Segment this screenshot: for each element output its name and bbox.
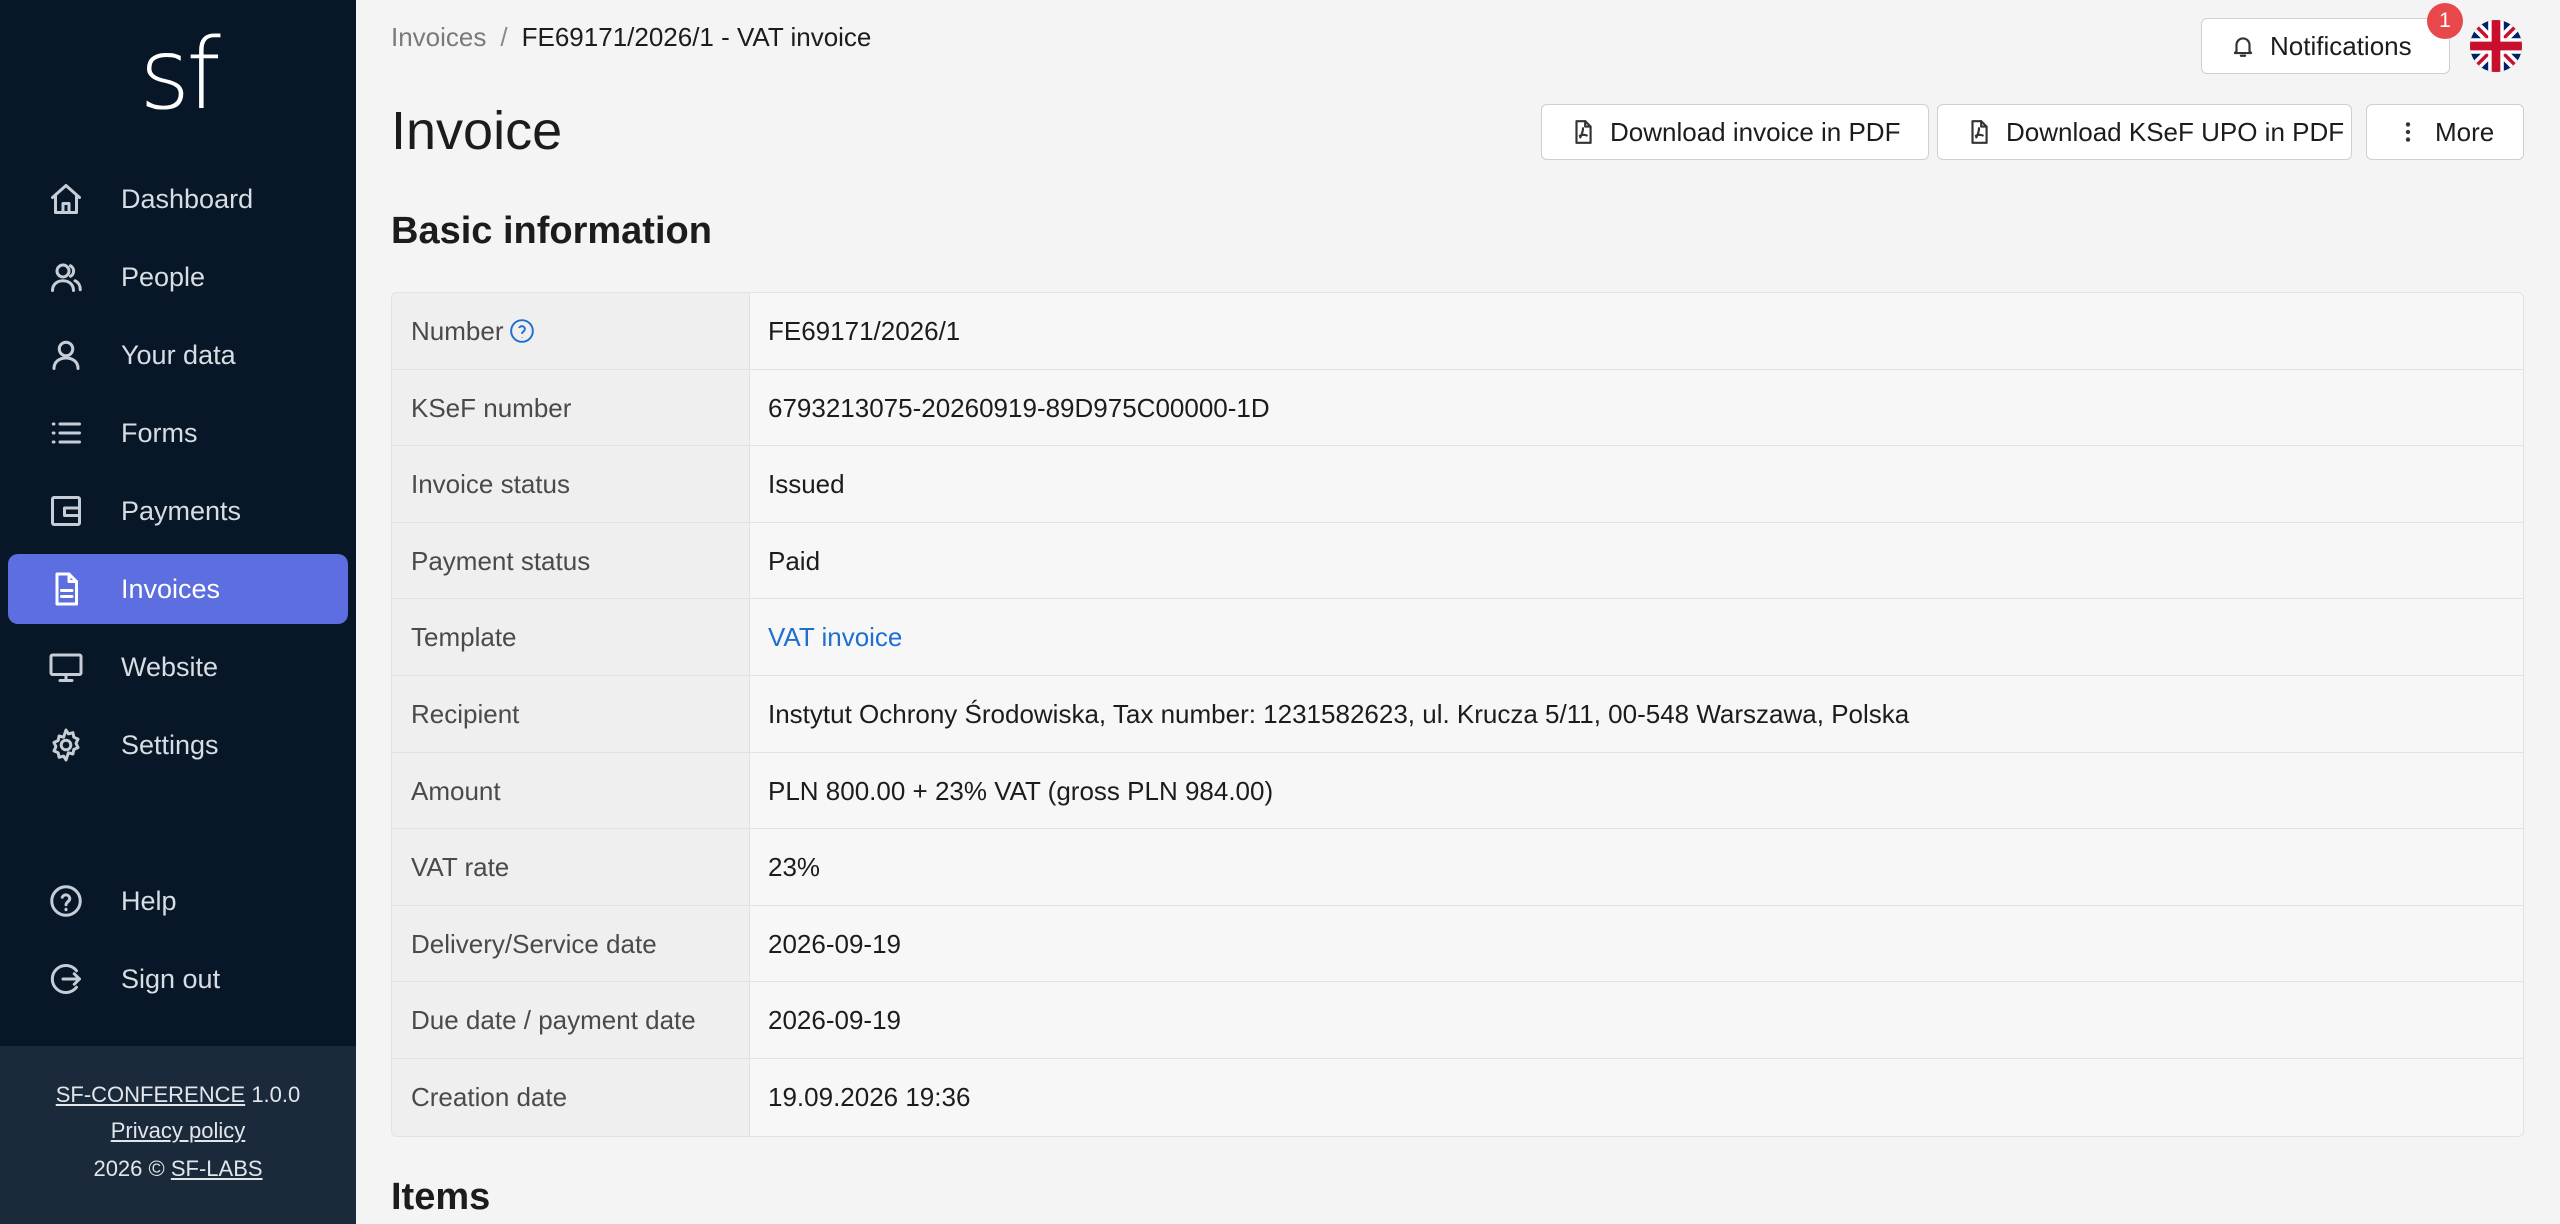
pdf-file-icon xyxy=(1570,119,1596,145)
monitor-icon xyxy=(48,649,84,685)
table-row: Template VAT invoice xyxy=(392,599,2523,676)
download-invoice-pdf-label: Download invoice in PDF xyxy=(1610,116,1901,147)
row-key: Due date / payment date xyxy=(392,982,750,1058)
main-content: Invoices / FE69171/2026/1 - VAT invoice No… xyxy=(356,0,2560,1224)
row-value: 19.09.2026 19:36 xyxy=(768,1081,971,1112)
row-key: Number xyxy=(392,293,750,369)
sidebar-item-dashboard[interactable]: Dashboard xyxy=(8,164,348,234)
breadcrumb-link-invoices[interactable]: Invoices xyxy=(391,22,486,52)
notifications-count-badge: 1 xyxy=(2427,3,2463,39)
table-row: Recipient Instytut Ochrony Środowiska, T… xyxy=(392,675,2523,753)
row-key: Template xyxy=(392,599,750,675)
sidebar-item-people[interactable]: People xyxy=(8,242,348,312)
table-row: Number FE69171/2026/1 xyxy=(392,293,2523,370)
sidebar-item-label: Sign out xyxy=(121,964,221,994)
sidebar: sf Dashboard People Your data Forms Paym… xyxy=(0,0,356,1224)
row-key: Invoice status xyxy=(392,446,750,522)
row-key: Delivery/Service date xyxy=(392,905,750,982)
download-invoice-pdf-button[interactable]: Download invoice in PDF xyxy=(1541,104,1929,160)
sidebar-item-help[interactable]: Help xyxy=(8,866,348,936)
items-section-title: Items xyxy=(391,1176,491,1218)
sidebar-item-label: Invoices xyxy=(121,574,221,604)
table-row: VAT rate 23% xyxy=(392,829,2523,906)
row-value: PLN 800.00 + 23% VAT (gross PLN 984.00) xyxy=(768,775,1274,806)
wallet-icon xyxy=(48,493,84,529)
breadcrumb-current: FE69171/2026/1 - VAT invoice xyxy=(521,22,872,52)
row-key: Creation date xyxy=(392,1058,750,1136)
version-line: SF-CONFERENCE 1.0.0 xyxy=(0,1082,356,1108)
row-value: Paid xyxy=(768,545,821,576)
row-value: 2026-09-19 xyxy=(768,1005,901,1036)
table-row: Delivery/Service date 2026-09-19 xyxy=(392,905,2523,983)
people-icon xyxy=(48,259,84,295)
sidebar-item-your-data[interactable]: Your data xyxy=(8,320,348,390)
sidebar-item-settings[interactable]: Settings xyxy=(8,710,348,780)
notifications-label: Notifications xyxy=(2270,30,2412,61)
product-link[interactable]: SF-CONFERENCE xyxy=(56,1082,245,1107)
row-key: Recipient xyxy=(392,675,750,752)
breadcrumb-separator: / xyxy=(500,22,508,52)
sidebar-item-sign-out[interactable]: Sign out xyxy=(8,944,348,1014)
copyright-text: 2026 © xyxy=(93,1156,165,1181)
sidebar-item-payments[interactable]: Payments xyxy=(8,476,348,546)
row-value: Issued xyxy=(768,469,845,500)
privacy-policy-link[interactable]: Privacy policy xyxy=(111,1118,245,1143)
row-value: Instytut Ochrony Środowiska, Tax number:… xyxy=(768,698,1910,729)
help-circle-icon xyxy=(48,883,84,919)
sidebar-item-label: Help xyxy=(121,886,177,916)
sidebar-footer: SF-CONFERENCE 1.0.0 Privacy policy 2026 … xyxy=(0,1046,356,1224)
help-icon[interactable] xyxy=(509,297,535,343)
pdf-file-icon xyxy=(1966,119,1992,145)
more-label: More xyxy=(2435,116,2495,147)
template-link[interactable]: VAT invoice xyxy=(768,599,902,675)
sidebar-item-website[interactable]: Website xyxy=(8,632,348,702)
logo[interactable]: sf xyxy=(0,20,356,130)
row-value: 2026-09-19 xyxy=(768,928,901,959)
download-ksef-upo-label: Download KSeF UPO in PDF xyxy=(2006,116,2345,147)
page-title: Invoice xyxy=(391,101,563,161)
bell-icon xyxy=(2230,33,2256,59)
version-text: 1.0.0 xyxy=(251,1082,301,1107)
table-row: Payment status Paid xyxy=(392,522,2523,600)
table-row: Due date / payment date 2026-09-19 xyxy=(392,982,2523,1059)
breadcrumb: Invoices / FE69171/2026/1 - VAT invoice xyxy=(391,22,871,53)
sign-out-icon xyxy=(48,961,84,997)
download-ksef-upo-button[interactable]: Download KSeF UPO in PDF xyxy=(1937,104,2352,160)
privacy-line: Privacy policy xyxy=(0,1118,356,1144)
home-icon xyxy=(48,181,84,217)
company-link[interactable]: SF-LABS xyxy=(171,1156,263,1181)
row-key: KSeF number xyxy=(392,369,750,446)
language-flag-icon[interactable] xyxy=(2470,20,2522,72)
notifications-button[interactable]: Notifications xyxy=(2201,18,2450,74)
gear-icon xyxy=(48,727,84,763)
sidebar-item-label: Your data xyxy=(121,340,236,370)
document-icon xyxy=(48,571,84,607)
row-value: FE69171/2026/1 xyxy=(768,316,961,346)
row-key: Amount xyxy=(392,752,750,829)
sidebar-item-label: Settings xyxy=(121,730,219,760)
table-row: Amount PLN 800.00 + 23% VAT (gross PLN 9… xyxy=(392,752,2523,830)
basic-information-table: Number FE69171/2026/1 KSeF number 679321… xyxy=(391,292,2524,1137)
sidebar-item-label: Website xyxy=(121,652,219,682)
sidebar-item-label: Dashboard xyxy=(121,184,254,214)
table-row: KSeF number 6793213075-20260919-89D975C0… xyxy=(392,369,2523,447)
sidebar-item-forms[interactable]: Forms xyxy=(8,398,348,468)
sidebar-item-label: People xyxy=(121,262,206,292)
row-value: 6793213075-20260919-89D975C00000-1D xyxy=(768,392,1270,423)
list-icon xyxy=(48,415,84,451)
row-key: Payment status xyxy=(392,522,750,599)
copyright-line: 2026 © SF-LABS xyxy=(0,1156,356,1182)
sidebar-item-label: Forms xyxy=(121,418,198,448)
table-row: Creation date 19.09.2026 19:36 xyxy=(392,1058,2523,1136)
more-vertical-icon xyxy=(2395,119,2421,145)
sidebar-item-label: Payments xyxy=(121,496,242,526)
user-icon xyxy=(48,337,84,373)
sidebar-item-invoices[interactable]: Invoices xyxy=(8,554,348,624)
row-key: VAT rate xyxy=(392,829,750,905)
table-row: Invoice status Issued xyxy=(392,446,2523,523)
row-value: 23% xyxy=(768,852,821,883)
more-button[interactable]: More xyxy=(2366,104,2524,160)
basic-information-title: Basic information xyxy=(391,210,712,252)
